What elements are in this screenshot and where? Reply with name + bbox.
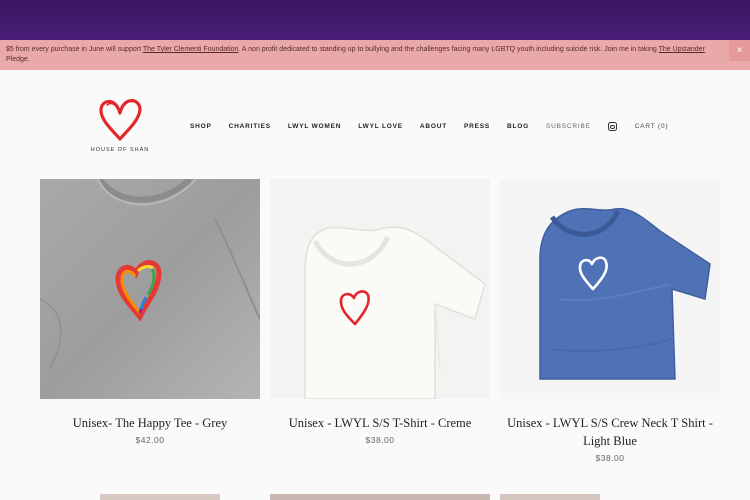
banner-text-end: Pledge. [6, 56, 30, 63]
upstander-link[interactable]: The Upstander [659, 46, 705, 53]
next-row-image-edge [270, 494, 490, 500]
product-image-grey-tee[interactable] [40, 179, 260, 399]
site-logo[interactable]: HOUSE OF SHAN [85, 97, 155, 153]
site-header: HOUSE OF SHAN SHOP CHARITIES LWYL WOMEN … [0, 70, 750, 170]
top-bar [0, 0, 750, 40]
nav-shop[interactable]: SHOP [190, 123, 212, 130]
instagram-icon[interactable] [607, 122, 617, 131]
main-nav: SHOP CHARITIES LWYL WOMEN LWYL LOVE ABOU… [190, 122, 668, 131]
cart-link[interactable]: CART (0) [635, 123, 669, 130]
product-name[interactable]: Unisex- The Happy Tee - Grey [40, 414, 260, 432]
nav-lwyl-love[interactable]: LWYL LOVE [358, 123, 403, 130]
product-name[interactable]: Unisex - LWYL S/S Crew Neck T Shirt - Li… [500, 414, 720, 450]
announcement-banner: $5 from every purchase in June will supp… [0, 40, 750, 70]
banner-text-start: $5 from every purchase in June will supp… [6, 46, 143, 53]
product-price: $38.00 [365, 435, 395, 445]
creme-tee-image [270, 179, 490, 399]
logo-text: HOUSE OF SHAN [90, 147, 150, 153]
product-card[interactable]: Unisex - LWYL S/S Crew Neck T Shirt - Li… [500, 179, 720, 463]
next-row-image-edge [500, 494, 600, 500]
nav-subscribe[interactable]: SUBSCRIBE [546, 123, 591, 130]
product-image-blue-tee[interactable] [500, 179, 720, 399]
close-banner-button[interactable]: × [729, 40, 750, 61]
heart-logo-icon [99, 99, 142, 141]
product-image-creme-tee[interactable] [270, 179, 490, 399]
blue-tee-image [500, 179, 720, 399]
nav-charities[interactable]: CHARITIES [229, 123, 271, 130]
product-price: $42.00 [135, 435, 165, 445]
banner-text-middle: . A non profit dedicated to standing up … [238, 46, 659, 53]
nav-blog[interactable]: BLOG [507, 123, 529, 130]
product-price: $38.00 [595, 453, 625, 463]
grey-tee-image [40, 179, 260, 399]
tyler-clementi-link[interactable]: The Tyler Clementi Foundation [143, 46, 239, 53]
product-card[interactable]: Unisex - LWYL S/S T-Shirt - Creme $38.00 [270, 179, 490, 445]
nav-about[interactable]: ABOUT [420, 123, 447, 130]
next-row-image-edge [100, 494, 220, 500]
product-card[interactable]: Unisex- The Happy Tee - Grey $42.00 [40, 179, 260, 445]
product-name[interactable]: Unisex - LWYL S/S T-Shirt - Creme [270, 414, 490, 432]
nav-lwyl-women[interactable]: LWYL WOMEN [288, 123, 341, 130]
nav-press[interactable]: PRESS [464, 123, 490, 130]
